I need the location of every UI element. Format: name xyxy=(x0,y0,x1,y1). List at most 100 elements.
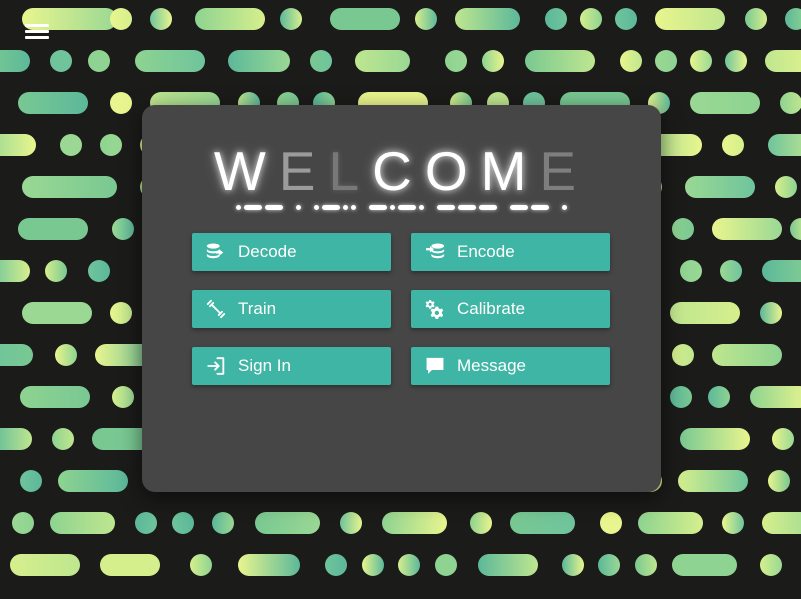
pattern-shape xyxy=(362,554,384,576)
morse-dot xyxy=(236,204,241,210)
pattern-shape xyxy=(382,512,447,534)
pattern-shape xyxy=(0,50,30,72)
pattern-row xyxy=(0,50,801,72)
morse-letter xyxy=(437,204,497,210)
pattern-shape xyxy=(678,470,748,492)
pattern-shape xyxy=(150,8,172,30)
pattern-shape xyxy=(415,8,437,30)
message-button[interactable]: Message xyxy=(411,347,610,385)
pattern-shape xyxy=(470,512,492,534)
button-label: Sign In xyxy=(238,356,291,375)
morse-dash xyxy=(398,204,416,210)
morse-dash xyxy=(531,204,549,210)
pattern-shape xyxy=(22,176,117,198)
pattern-shape xyxy=(45,260,67,282)
pattern-shape xyxy=(255,512,320,534)
pattern-shape xyxy=(580,8,602,30)
pattern-shape xyxy=(455,8,520,30)
welcome-panel: WELCOME Decode Encode Train Calibrate Sign I… xyxy=(142,105,661,492)
pattern-shape xyxy=(50,50,72,72)
pattern-shape xyxy=(760,554,782,576)
pattern-shape xyxy=(228,50,290,72)
morse-dot xyxy=(562,204,567,210)
pattern-shape xyxy=(765,50,801,72)
pattern-shape xyxy=(620,50,642,72)
pattern-shape xyxy=(762,512,801,534)
pattern-shape xyxy=(510,512,575,534)
pattern-shape xyxy=(325,554,347,576)
title-letter: C xyxy=(372,140,425,203)
morse-dot xyxy=(296,204,301,210)
pattern-shape xyxy=(545,8,567,30)
pattern-shape xyxy=(0,344,33,366)
menu-line xyxy=(25,29,49,33)
pattern-shape xyxy=(50,512,115,534)
morse-dot xyxy=(343,204,348,210)
morse-letter xyxy=(314,204,356,210)
morse-dash xyxy=(369,204,387,210)
pattern-shape xyxy=(238,554,300,576)
pattern-shape xyxy=(672,218,694,240)
pattern-shape xyxy=(750,386,801,408)
chat-bubble-icon xyxy=(424,355,446,377)
title-letter: O xyxy=(424,140,481,203)
morse-dash xyxy=(244,204,262,210)
hamburger-menu-icon[interactable] xyxy=(25,19,49,43)
pattern-shape xyxy=(655,8,725,30)
pattern-shape xyxy=(598,554,620,576)
pattern-shape xyxy=(0,260,30,282)
morse-dash xyxy=(510,204,528,210)
pattern-shape xyxy=(745,8,767,30)
pattern-shape xyxy=(398,554,420,576)
pattern-row xyxy=(0,554,801,576)
pattern-shape xyxy=(330,8,400,30)
button-label: Decode xyxy=(238,242,297,261)
pattern-shape xyxy=(600,512,622,534)
train-button[interactable]: Train xyxy=(192,290,391,328)
pattern-shape xyxy=(680,428,750,450)
pattern-shape xyxy=(135,50,205,72)
morse-dash xyxy=(322,204,340,210)
pattern-shape xyxy=(435,554,457,576)
pattern-shape xyxy=(708,386,730,408)
pattern-row xyxy=(0,512,801,534)
pattern-shape xyxy=(712,218,782,240)
pattern-shape xyxy=(525,50,595,72)
pattern-shape xyxy=(615,8,637,30)
pattern-shape xyxy=(55,344,77,366)
pattern-shape xyxy=(780,92,801,114)
title-letter: E xyxy=(278,140,329,203)
pattern-shape xyxy=(135,512,157,534)
pattern-shape xyxy=(772,428,794,450)
pattern-row xyxy=(0,8,801,30)
pattern-shape xyxy=(445,50,467,72)
pattern-shape xyxy=(60,134,82,156)
morse-dash xyxy=(479,204,497,210)
morse-dash xyxy=(265,204,283,210)
pattern-shape xyxy=(722,134,744,156)
morse-dash xyxy=(437,204,455,210)
pattern-shape xyxy=(52,428,74,450)
sign-in-button[interactable]: Sign In xyxy=(192,347,391,385)
title-letter: W xyxy=(213,140,279,203)
pattern-shape xyxy=(340,512,362,534)
menu-line xyxy=(25,35,49,39)
pattern-shape xyxy=(712,344,782,366)
pattern-shape xyxy=(672,344,694,366)
morse-letter xyxy=(236,204,283,210)
pattern-shape xyxy=(110,92,132,114)
pattern-shape xyxy=(655,50,677,72)
pattern-shape xyxy=(190,554,212,576)
pattern-shape xyxy=(670,386,692,408)
pattern-shape xyxy=(638,512,703,534)
pattern-shape xyxy=(790,218,801,240)
morse-dot xyxy=(351,204,356,210)
encode-button[interactable]: Encode xyxy=(411,233,610,271)
pattern-shape xyxy=(88,50,110,72)
morse-letter xyxy=(562,204,567,210)
calibrate-button[interactable]: Calibrate xyxy=(411,290,610,328)
action-button-grid: Decode Encode Train Calibrate Sign In Message xyxy=(192,233,612,385)
pattern-shape xyxy=(12,512,34,534)
decode-button[interactable]: Decode xyxy=(192,233,391,271)
button-label: Encode xyxy=(457,242,515,261)
